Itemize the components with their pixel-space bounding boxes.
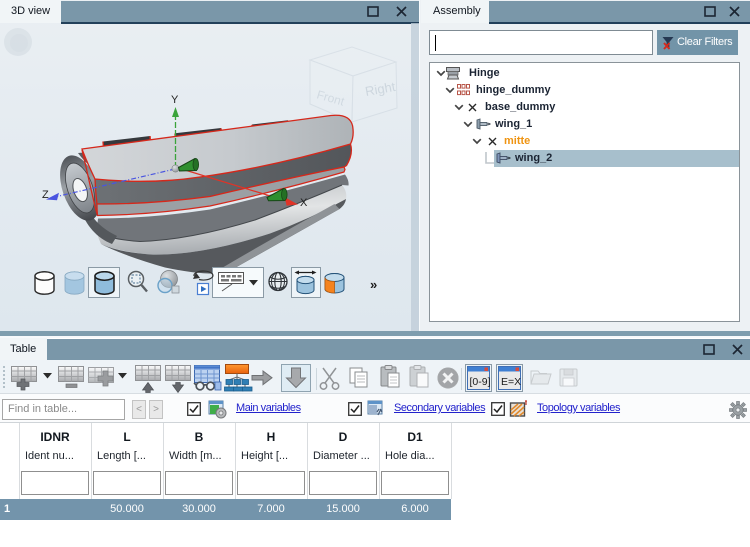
svg-text:E=X: E=X <box>501 376 521 388</box>
svg-text:»: » <box>370 277 377 292</box>
svg-text:[0-9]: [0-9] <box>470 376 491 388</box>
svg-text:Y: Y <box>171 94 179 106</box>
svg-text:X: X <box>300 197 308 209</box>
svg-text:Z: Z <box>42 189 49 201</box>
